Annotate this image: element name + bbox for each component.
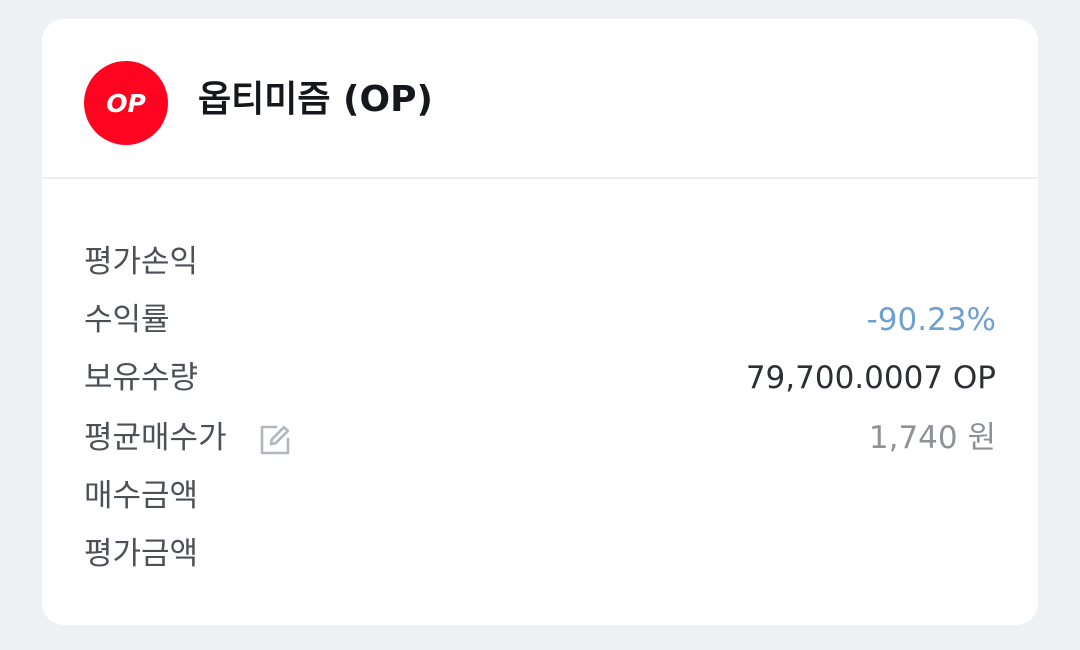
- row-label: 매수금액: [84, 478, 199, 514]
- row-evaluation-amount: 평가금액: [42, 526, 1038, 582]
- coin-logo: OP: [84, 61, 168, 145]
- row-label: 보유수량: [84, 360, 199, 396]
- row-average-buy-price: 평균매수가 1,740 원: [42, 410, 1038, 466]
- row-buy-amount: 매수금액: [42, 468, 1038, 524]
- average-buy-price-value: 1,740 원: [868, 420, 996, 456]
- return-rate-value: -90.23%: [866, 302, 996, 338]
- edit-icon[interactable]: [258, 423, 292, 457]
- coin-header: OP 옵티미즘 (OP): [42, 19, 1038, 177]
- holding-quantity-value: 79,700.0007 OP: [745, 360, 996, 396]
- header-divider: [42, 177, 1038, 179]
- row-evaluation-profit: 평가손익: [42, 234, 1038, 290]
- row-holding-quantity: 보유수량 79,700.0007 OP: [42, 350, 1038, 406]
- row-label: 평가손익: [84, 244, 199, 280]
- row-return-rate: 수익률 -90.23%: [42, 292, 1038, 348]
- row-label: 수익률: [84, 302, 170, 338]
- coin-title: 옵티미즘 (OP): [198, 79, 433, 120]
- coin-logo-text: OP: [106, 88, 146, 118]
- holding-card: OP 옵티미즘 (OP) 평가손익 수익률 -90.23% 보유수량 79,70…: [42, 19, 1038, 625]
- row-label: 평균매수가: [84, 420, 227, 456]
- row-label: 평가금액: [84, 536, 199, 572]
